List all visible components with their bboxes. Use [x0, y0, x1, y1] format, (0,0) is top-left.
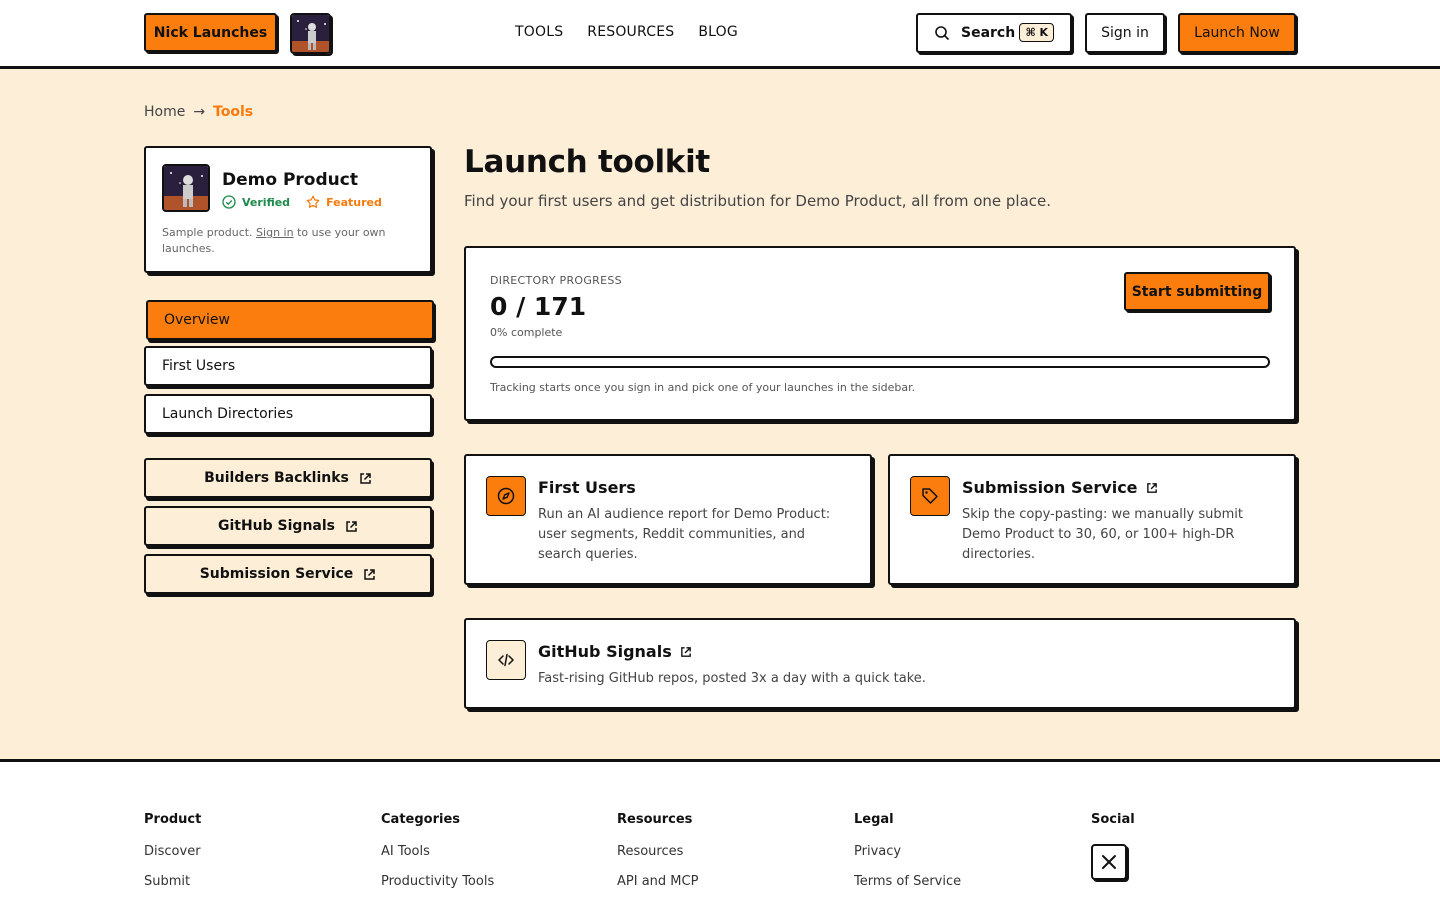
note-text: Sample product. [162, 226, 253, 239]
footer-heading: Social [1091, 812, 1135, 827]
x-social-button[interactable] [1091, 844, 1127, 880]
tool-card-github-signals[interactable]: GitHub Signals Fast-rising GitHub repos,… [464, 618, 1296, 709]
search-label: Search [961, 25, 1016, 41]
external-link-icon [1146, 482, 1157, 493]
footer-heading: Categories [381, 812, 461, 827]
astronaut-image [164, 166, 208, 210]
progress-note: Tracking starts once you sign in and pic… [490, 381, 916, 394]
sidebar-link-label: Builders Backlinks [204, 470, 349, 486]
product-badges: Verified Featured [222, 195, 382, 209]
sign-in-button[interactable]: Sign in [1085, 13, 1165, 53]
progress-bar [490, 356, 1270, 368]
star-icon [306, 195, 320, 208]
compass-icon [497, 487, 515, 505]
code-icon [498, 653, 514, 667]
sidebar-link-label: Submission Service [199, 566, 354, 582]
external-link-icon [360, 472, 371, 484]
main-nav: TOOLS RESOURCES BLOG [515, 24, 738, 40]
verified-badge: Verified [222, 195, 290, 209]
product-note: Sample product. Sign in to use your own … [162, 225, 412, 257]
site-header: Nick Launches TOOLS RESOURCES BLOG Searc… [0, 0, 1440, 69]
external-link-icon [680, 646, 691, 657]
footer-link-discover[interactable]: Discover [144, 844, 201, 859]
footer-col-social: Social [1091, 812, 1135, 880]
footer-link-submit[interactable]: Submit [144, 874, 201, 889]
brand-button[interactable]: Nick Launches [144, 13, 277, 52]
tool-card-title: GitHub Signals [538, 642, 692, 661]
product-thumbnail [162, 164, 210, 212]
progress-count: 0 / 171 [490, 292, 587, 321]
page-title: Launch toolkit [464, 144, 710, 180]
sidebar-link-github-signals[interactable]: GitHub Signals [144, 506, 432, 546]
nav-blog[interactable]: BLOG [698, 24, 738, 40]
footer-heading: Product [144, 812, 202, 827]
tag-icon [922, 488, 938, 504]
tool-card-description: Run an AI audience report for Demo Produ… [538, 507, 831, 562]
verified-label: Verified [242, 195, 291, 209]
progress-percent: 0% complete [490, 326, 563, 339]
x-logo-icon [1102, 855, 1116, 869]
tool-card-first-users[interactable]: First Users Run an AI audience report fo… [464, 454, 872, 585]
footer-link-ai-tools[interactable]: AI Tools [381, 844, 494, 859]
page-subtitle: Find your first users and get distributi… [464, 192, 1052, 210]
breadcrumb-home[interactable]: Home [144, 104, 185, 120]
sidebar-item-overview[interactable]: Overview [146, 300, 434, 340]
footer-link-productivity-tools[interactable]: Productivity Tools [381, 874, 494, 889]
icon-tile [910, 476, 950, 516]
icon-tile [486, 640, 526, 680]
tool-card-title-text: GitHub Signals [538, 642, 672, 661]
tool-card-description: Fast-rising GitHub repos, posted 3x a da… [538, 671, 926, 686]
search-button[interactable]: Search ⌘ K [916, 13, 1072, 53]
progress-label: DIRECTORY PROGRESS [490, 274, 622, 287]
footer-col-categories: Categories AI Tools Productivity Tools [381, 812, 494, 904]
tool-card-title-text: First Users [538, 478, 636, 497]
external-link-icon [346, 520, 357, 532]
footer-col-legal: Legal Privacy Terms of Service [854, 812, 961, 904]
shortcut-badge: ⌘ K [1019, 23, 1054, 42]
footer-col-product: Product Discover Submit [144, 812, 201, 904]
avatar[interactable] [290, 13, 331, 54]
sidebar-link-label: GitHub Signals [217, 518, 335, 534]
sidebar-item-first-users[interactable]: First Users [144, 346, 432, 386]
footer-col-resources: Resources Resources API and MCP [617, 812, 698, 904]
start-submitting-button[interactable]: Start submitting [1124, 272, 1270, 311]
launch-now-button[interactable]: Launch Now [1178, 13, 1296, 53]
astronaut-image [292, 15, 329, 52]
footer-link-resources[interactable]: Resources [617, 844, 698, 859]
footer-link-terms[interactable]: Terms of Service [854, 874, 961, 889]
tool-card-description: Skip the copy-pasting: we manually submi… [962, 507, 1243, 562]
nav-tools[interactable]: TOOLS [515, 24, 563, 40]
site-footer: Product Discover Submit Categories AI To… [0, 759, 1440, 900]
tool-card-title: Submission Service [962, 478, 1158, 497]
product-card: Demo Product Verified Featured Sample pr… [144, 146, 432, 273]
featured-badge: Featured [306, 195, 382, 209]
tool-card-title-text: Submission Service [962, 478, 1138, 497]
search-icon [935, 26, 949, 40]
directory-progress-card: DIRECTORY PROGRESS 0 / 171 0% complete T… [464, 246, 1296, 421]
footer-link-api-mcp[interactable]: API and MCP [617, 874, 698, 889]
tool-card-submission-service[interactable]: Submission Service Skip the copy-pasting… [888, 454, 1296, 585]
featured-label: Featured [326, 195, 382, 209]
sign-in-link[interactable]: Sign in [256, 226, 294, 239]
breadcrumb-current: Tools [213, 104, 254, 120]
breadcrumb-arrow: → [193, 104, 206, 120]
sidebar-link-builders-backlinks[interactable]: Builders Backlinks [144, 458, 432, 498]
breadcrumb: Home → Tools [144, 104, 253, 120]
tool-card-title: First Users [538, 478, 636, 497]
check-circle-icon [222, 195, 236, 209]
sidebar-link-submission-service[interactable]: Submission Service [144, 554, 432, 594]
icon-tile [486, 476, 526, 516]
footer-heading: Legal [854, 812, 894, 827]
product-name: Demo Product [222, 170, 358, 190]
main-content: Home → Tools Demo Product Verified Featu… [0, 69, 1440, 759]
footer-heading: Resources [617, 812, 693, 827]
footer-link-privacy[interactable]: Privacy [854, 844, 961, 859]
nav-resources[interactable]: RESOURCES [587, 24, 674, 40]
sidebar-item-launch-directories[interactable]: Launch Directories [144, 394, 432, 434]
external-link-icon [364, 568, 376, 580]
